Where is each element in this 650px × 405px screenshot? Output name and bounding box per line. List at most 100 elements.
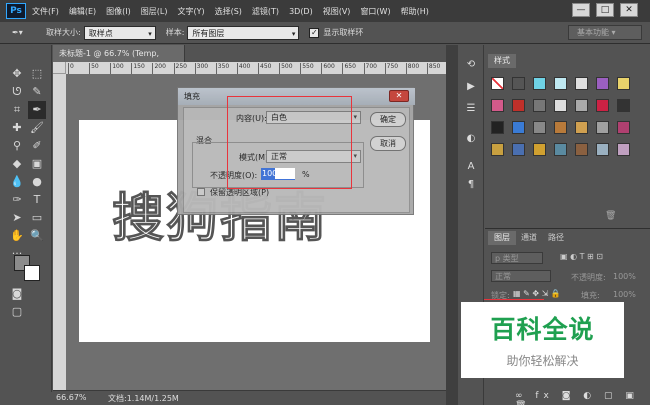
properties-panel-icon[interactable]: ☰ (463, 101, 479, 117)
style-swatch[interactable] (596, 143, 609, 156)
style-swatch[interactable] (617, 77, 630, 90)
maximize-button[interactable]: □ (596, 3, 614, 17)
layer-filter-icons[interactable]: ▣ ◐ T ⊞ ⊡ (560, 252, 603, 261)
menu-bar: Ps 文件(F) 编辑(E) 图像(I) 图层(L) 文字(Y) 选择(S) 滤… (0, 0, 650, 22)
watermark-logo: 百科全说 助你轻松解决 (461, 302, 624, 378)
style-swatch[interactable] (575, 143, 588, 156)
type-tool-icon[interactable]: T (28, 191, 46, 209)
dodge-tool-icon[interactable]: ● (28, 173, 46, 191)
style-swatch[interactable] (491, 77, 504, 90)
rectangle-tool-icon[interactable]: ▭ (28, 209, 46, 227)
menu-type[interactable]: 文字(Y) (177, 6, 204, 17)
style-swatch[interactable] (533, 121, 546, 134)
document-tab[interactable]: 未标题-1 @ 66.7% (Temp, RGB/8) * ✕ (53, 45, 185, 75)
style-swatch[interactable] (491, 99, 504, 112)
style-swatch[interactable] (554, 121, 567, 134)
style-swatch[interactable] (617, 99, 630, 112)
menu-3d[interactable]: 3D(D) (289, 7, 313, 16)
tab-channels[interactable]: 通道 (515, 231, 543, 245)
blur-tool-icon[interactable]: 💧 (8, 173, 26, 191)
tab-layers[interactable]: 图层 (488, 231, 516, 245)
zoom-readout[interactable]: 66.67% (56, 393, 87, 402)
style-swatch[interactable] (554, 77, 567, 90)
history-panel-icon[interactable]: ⟲ (463, 57, 479, 73)
style-swatch[interactable] (533, 143, 546, 156)
cancel-button[interactable]: 取消 (370, 136, 406, 151)
menu-edit[interactable]: 编辑(E) (69, 6, 96, 17)
style-swatch[interactable] (596, 99, 609, 112)
layer-kind-filter[interactable]: p 类型 (491, 252, 543, 264)
menu-image[interactable]: 图像(I) (106, 6, 131, 17)
menu-select[interactable]: 选择(S) (215, 6, 242, 17)
highlight-line (484, 299, 544, 301)
eyedropper-tool-icon[interactable]: ✒ (28, 101, 46, 119)
workspace-select[interactable]: 基本功能 ▾ (568, 25, 642, 40)
eyedropper-icon[interactable]: ✒▾ (12, 28, 34, 37)
gradient-tool-icon[interactable]: ▣ (28, 155, 46, 173)
minimize-button[interactable]: — (572, 3, 590, 17)
sample-select[interactable]: 所有图层 ▾ (187, 25, 300, 40)
fill-value[interactable]: 100% (613, 290, 636, 299)
menu-layer[interactable]: 图层(L) (141, 6, 168, 17)
lock-icons[interactable]: ▦ ✎ ✥ ⇲ 🔒 (513, 289, 561, 298)
history-brush-icon[interactable]: ✐ (28, 137, 46, 155)
style-swatch[interactable] (575, 99, 588, 112)
layer-footer-icons[interactable]: ∞ fx ◙ ◐ ▢ ▣ 🗑 (515, 391, 650, 405)
sample-size-select[interactable]: 取样点 ▾ (83, 25, 156, 40)
marquee-tool-icon[interactable]: ⬚ (28, 65, 46, 83)
close-window-button[interactable]: ✕ (620, 3, 638, 17)
crop-tool-icon[interactable]: ⌗ (8, 101, 26, 119)
brush-tool-icon[interactable]: 🖌 (28, 119, 46, 137)
zoom-tool-icon[interactable]: 🔍 (28, 227, 46, 245)
path-select-icon[interactable]: ➤ (8, 209, 26, 227)
quick-mask-icon[interactable]: ◙ (8, 285, 26, 303)
actions-panel-icon[interactable]: ▶ (463, 79, 479, 95)
ruler-tick-label: 850 (426, 63, 440, 74)
ok-button[interactable]: 确定 (370, 112, 406, 127)
style-swatch[interactable] (617, 143, 630, 156)
style-swatch[interactable] (512, 121, 525, 134)
style-swatch[interactable] (575, 121, 588, 134)
eraser-tool-icon[interactable]: ◆ (8, 155, 26, 173)
style-swatch[interactable] (617, 121, 630, 134)
layer-opacity-value[interactable]: 100% (613, 272, 636, 281)
blend-mode-select[interactable]: 正常 (491, 270, 551, 282)
style-swatch[interactable] (575, 77, 588, 90)
style-swatch[interactable] (596, 121, 609, 134)
menu-view[interactable]: 视图(V) (323, 6, 351, 17)
character-panel-icon[interactable]: A (463, 159, 479, 175)
healing-brush-icon[interactable]: ✚ (8, 119, 26, 137)
background-color-swatch[interactable] (24, 265, 40, 281)
move-tool-icon[interactable]: ✥ (8, 65, 26, 83)
adjustments-panel-icon[interactable]: ◐ (463, 131, 479, 147)
pen-tool-icon[interactable]: ✑ (8, 191, 26, 209)
sample-size-value: 取样点 (88, 28, 113, 38)
style-swatch[interactable] (596, 77, 609, 90)
screen-mode-icon[interactable]: ▢ (8, 303, 26, 321)
menu-file[interactable]: 文件(F) (32, 6, 59, 17)
workspace-value: 基本功能 (577, 28, 609, 37)
show-ring-checkbox[interactable]: ✓ (309, 27, 320, 38)
style-swatch[interactable] (554, 99, 567, 112)
style-swatch[interactable] (491, 121, 504, 134)
style-swatch[interactable] (512, 143, 525, 156)
style-swatch[interactable] (491, 143, 504, 156)
menu-filter[interactable]: 滤镜(T) (252, 6, 279, 17)
style-swatch[interactable] (512, 99, 525, 112)
style-swatch[interactable] (533, 77, 546, 90)
tab-paths[interactable]: 路径 (542, 231, 570, 245)
preserve-checkbox[interactable] (197, 188, 205, 196)
paragraph-panel-icon[interactable]: ¶ (463, 177, 479, 193)
dialog-close-button[interactable]: ✕ (389, 90, 409, 102)
clone-stamp-icon[interactable]: ⚲ (8, 137, 26, 155)
quick-select-tool-icon[interactable]: ✎ (28, 83, 46, 101)
style-swatch[interactable] (533, 99, 546, 112)
style-swatch[interactable] (554, 143, 567, 156)
delete-style-icon[interactable]: 🗑 (605, 211, 616, 221)
lasso-tool-icon[interactable]: ᘎ (8, 83, 26, 101)
menu-window[interactable]: 窗口(W) (360, 6, 390, 17)
style-swatch[interactable] (512, 77, 525, 90)
hand-tool-icon[interactable]: ✋ (8, 227, 26, 245)
menu-help[interactable]: 帮助(H) (401, 6, 429, 17)
tab-styles[interactable]: 样式 (488, 54, 516, 68)
